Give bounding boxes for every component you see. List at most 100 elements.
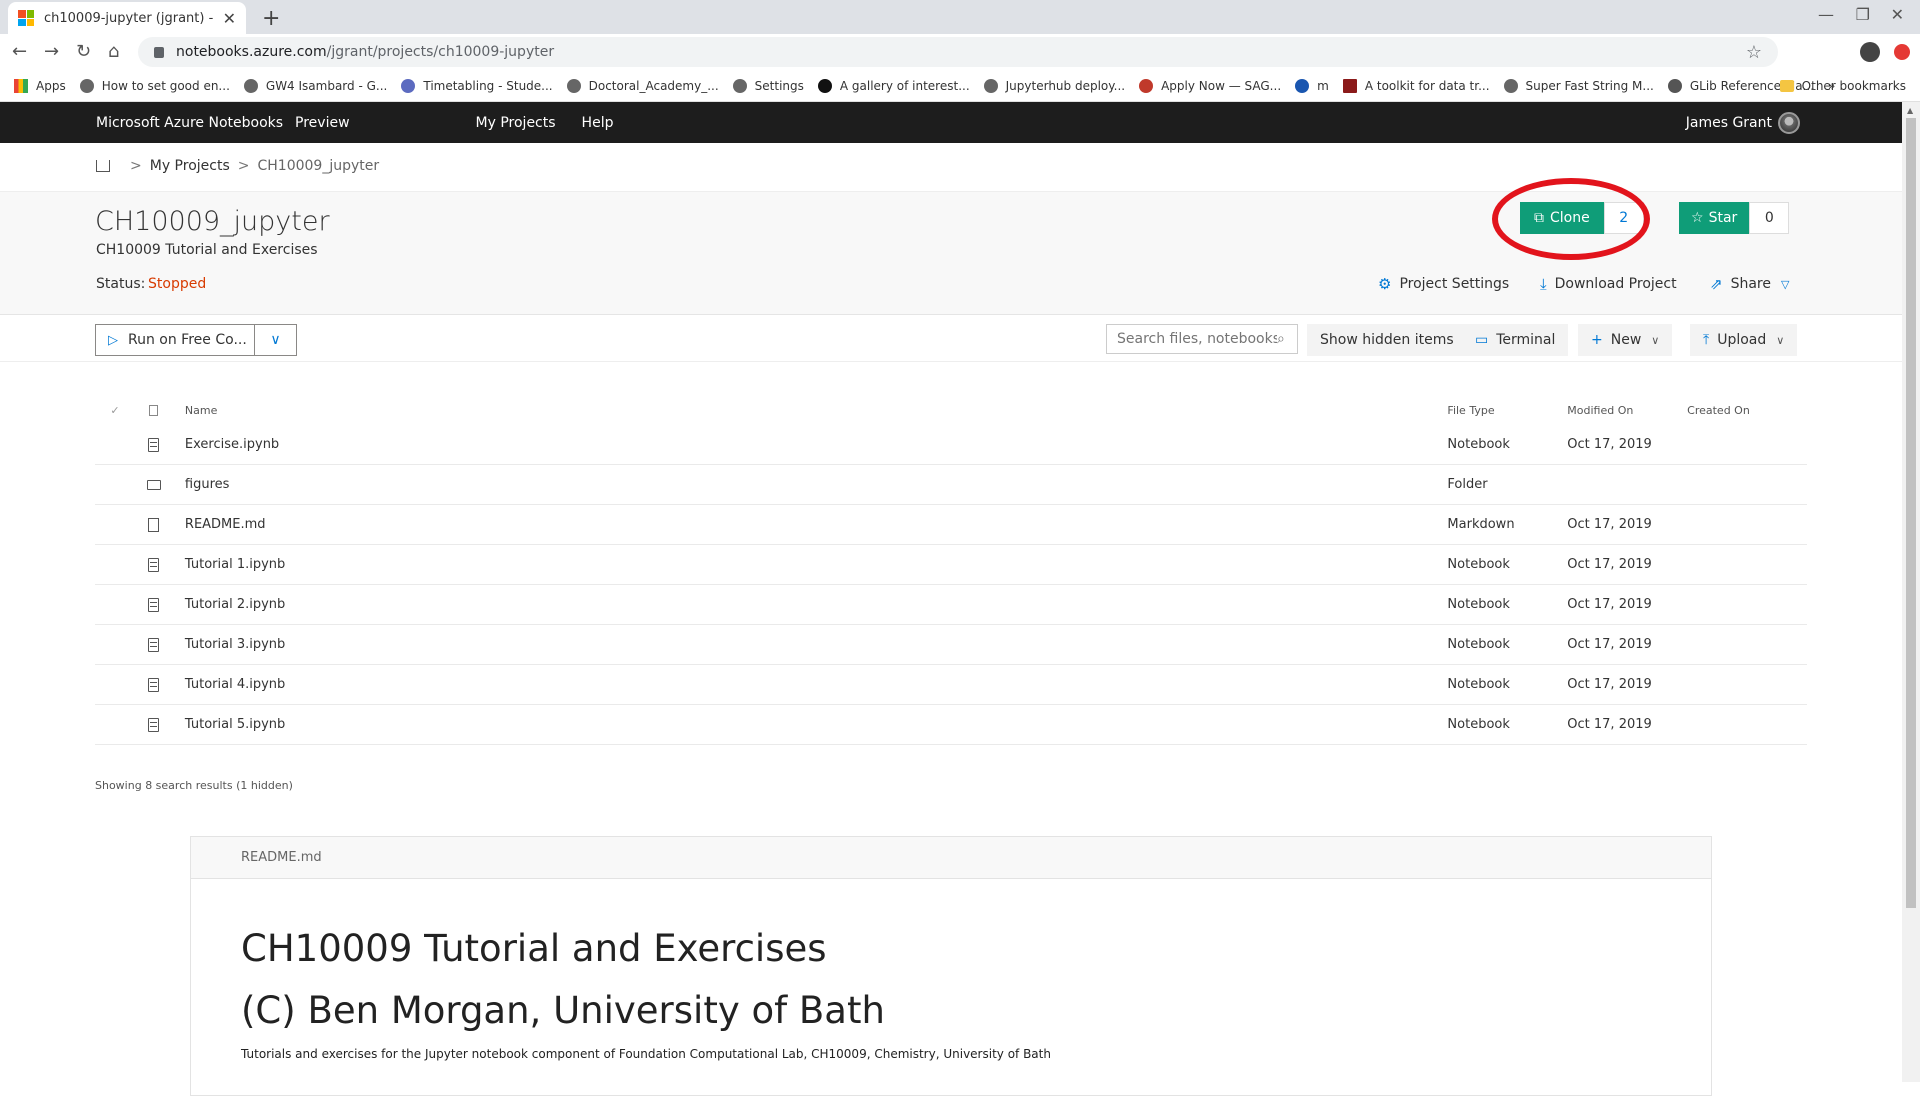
file-name[interactable]: Tutorial 3.ipynb <box>173 637 1448 652</box>
new-button[interactable]: + New ∨ <box>1578 324 1673 356</box>
search-input[interactable] <box>1117 331 1277 347</box>
project-settings-button[interactable]: ⚙ Project Settings <box>1378 275 1509 293</box>
bookmark-item[interactable]: Apply Now — SAG... <box>1139 78 1282 93</box>
readme-heading-author: (C) Ben Morgan, University of Bath <box>241 989 885 1032</box>
file-table: ✓ Name File Type Modified On Created On … <box>95 395 1807 745</box>
notebook-icon <box>148 717 160 732</box>
profile-avatar-icon[interactable] <box>1860 42 1880 62</box>
back-icon[interactable]: ← <box>12 41 27 62</box>
notebook-icon <box>148 437 160 452</box>
file-name[interactable]: figures <box>173 477 1448 492</box>
column-name[interactable]: Name <box>173 404 1448 417</box>
file-type: Notebook <box>1447 597 1510 612</box>
bookmark-label: Settings <box>754 78 804 93</box>
readme-panel: README.md CH10009 Tutorial and Exercises… <box>190 836 1712 1096</box>
glib-icon <box>1667 78 1682 93</box>
select-all-checkbox[interactable]: ✓ <box>95 404 135 417</box>
table-row[interactable]: figures Folder <box>95 465 1807 505</box>
play-icon: ▷ <box>108 332 118 348</box>
chevron-down-icon: ▽ <box>1780 277 1790 291</box>
bookmark-item[interactable]: A gallery of interest... <box>817 78 970 93</box>
globe-icon <box>732 78 747 93</box>
breadcrumb-my-projects[interactable]: My Projects <box>150 158 230 174</box>
bookmark-item[interactable]: Super Fast String M... <box>1503 78 1654 93</box>
bookmark-item[interactable]: How to set good en... <box>79 78 230 93</box>
download-project-label: Download Project <box>1554 276 1677 292</box>
bookmark-apps[interactable]: Apps <box>14 78 66 93</box>
star-button[interactable]: ☆ Star <box>1679 202 1750 234</box>
file-name[interactable]: Exercise.ipynb <box>173 437 1448 452</box>
file-modified: Oct 17, 2019 <box>1567 437 1652 452</box>
bookmark-item[interactable]: GW4 Isambard - G... <box>243 78 387 93</box>
column-file-type[interactable]: File Type <box>1447 404 1567 417</box>
browser-tab[interactable]: ch10009-jupyter (jgrant) - Micros ✕ <box>8 2 246 34</box>
table-row[interactable]: Tutorial 5.ipynb Notebook Oct 17, 2019 <box>95 705 1807 745</box>
page-scrollbar[interactable]: ▲ <box>1902 102 1920 1082</box>
bookmark-label: Apply Now — SAG... <box>1161 78 1282 93</box>
table-row[interactable]: README.md Markdown Oct 17, 2019 <box>95 505 1807 545</box>
minimize-icon[interactable]: — <box>1818 5 1834 24</box>
download-icon: ⤓ <box>1540 275 1547 293</box>
extension-icon[interactable] <box>1894 44 1910 60</box>
avatar[interactable] <box>1778 111 1800 134</box>
upload-button[interactable]: ⤒ Upload ∨ <box>1690 324 1798 356</box>
s-logo-icon <box>1295 78 1310 93</box>
file-icon <box>148 517 160 532</box>
file-name[interactable]: Tutorial 1.ipynb <box>173 557 1448 572</box>
file-name[interactable]: README.md <box>173 517 1448 532</box>
table-row[interactable]: Tutorial 1.ipynb Notebook Oct 17, 2019 <box>95 545 1807 585</box>
bookmark-item[interactable]: A toolkit for data tr... <box>1342 78 1490 93</box>
search-icon[interactable]: ⌕ <box>1277 331 1285 347</box>
bookmark-label: A toolkit for data tr... <box>1364 78 1490 93</box>
download-project-button[interactable]: ⤓ Download Project <box>1540 275 1677 293</box>
file-name[interactable]: Tutorial 4.ipynb <box>173 677 1448 692</box>
table-row[interactable]: Tutorial 3.ipynb Notebook Oct 17, 2019 <box>95 625 1807 665</box>
home-icon[interactable] <box>96 160 110 172</box>
user-name[interactable]: James Grant <box>1686 115 1772 131</box>
file-name[interactable]: Tutorial 2.ipynb <box>173 597 1448 612</box>
breadcrumb-separator: > <box>237 158 250 174</box>
column-modified[interactable]: Modified On <box>1567 404 1687 417</box>
table-row[interactable]: Exercise.ipynb Notebook Oct 17, 2019 <box>95 425 1807 465</box>
other-bookmarks[interactable]: Other bookmarks <box>1779 70 1906 102</box>
run-button[interactable]: ▷ Run on Free Co... <box>96 325 254 355</box>
restore-icon[interactable]: ❐ <box>1856 5 1870 24</box>
bookmark-item[interactable]: Timetabling - Stude... <box>401 78 553 93</box>
new-tab-icon[interactable]: + <box>262 6 280 31</box>
terminal-button[interactable]: ▭ Terminal <box>1462 324 1569 356</box>
reload-icon[interactable]: ↻ <box>76 41 91 62</box>
table-row[interactable]: Tutorial 4.ipynb Notebook Oct 17, 2019 <box>95 665 1807 705</box>
page-title: CH10009_jupyter <box>95 206 330 237</box>
bookmark-item[interactable]: m <box>1295 78 1329 93</box>
show-hidden-button[interactable]: Show hidden items <box>1307 324 1467 356</box>
apps-grid-icon <box>14 78 28 93</box>
url-input[interactable]: notebooks.azure.com/jgrant/projects/ch10… <box>138 37 1778 67</box>
close-window-icon[interactable]: ✕ <box>1891 5 1904 24</box>
scrollbar-thumb[interactable] <box>1906 118 1916 908</box>
bookmark-label: Super Fast String M... <box>1525 78 1654 93</box>
column-created[interactable]: Created On <box>1687 404 1807 417</box>
star-count: 0 <box>1749 202 1790 234</box>
file-name[interactable]: Tutorial 5.ipynb <box>173 717 1448 732</box>
bookmark-item[interactable]: Doctoral_Academy_... <box>566 78 719 93</box>
home-icon[interactable]: ⌂ <box>108 41 119 62</box>
star-label: Star <box>1708 210 1738 226</box>
url-path: /jgrant/projects/ch10009-jupyter <box>326 44 555 60</box>
nav-help[interactable]: Help <box>582 115 614 131</box>
nav-my-projects[interactable]: My Projects <box>476 115 556 131</box>
notebook-icon <box>148 677 160 692</box>
bookmark-item[interactable]: Settings <box>732 78 804 93</box>
scroll-up-icon[interactable]: ▲ <box>1907 106 1913 115</box>
bookmark-star-icon[interactable]: ☆ <box>1746 42 1762 63</box>
share-button[interactable]: ⇗ Share ▽ <box>1710 275 1789 293</box>
share-icon: ⇗ <box>1710 275 1723 293</box>
forward-icon[interactable]: → <box>44 41 59 62</box>
brand-link[interactable]: Microsoft Azure Notebooks <box>96 115 283 131</box>
file-modified: Oct 17, 2019 <box>1567 597 1652 612</box>
close-tab-icon[interactable]: ✕ <box>223 9 236 28</box>
run-dropdown-button[interactable]: ∨ <box>254 325 296 355</box>
table-row[interactable]: Tutorial 2.ipynb Notebook Oct 17, 2019 <box>95 585 1807 625</box>
file-toolbar: ▷ Run on Free Co... ∨ ⌕ Show hidden item… <box>0 316 1902 362</box>
bookmark-item[interactable]: Jupyterhub deploy... <box>983 78 1125 93</box>
plus-icon: + <box>1591 332 1603 348</box>
